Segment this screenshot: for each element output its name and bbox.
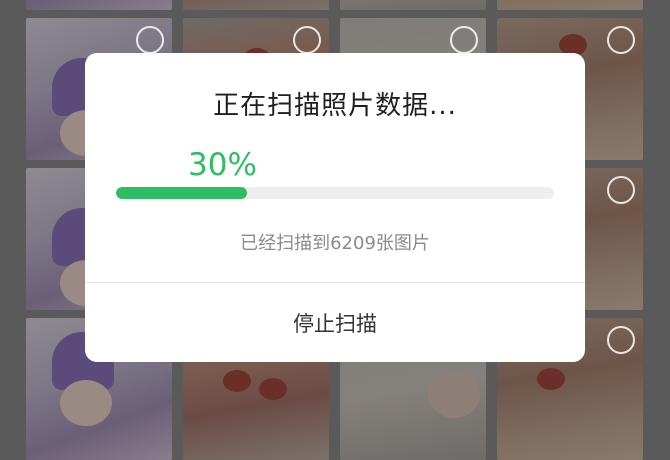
progress-percent: 30% bbox=[188, 147, 257, 183]
scan-progress-dialog: 正在扫描照片数据... 30% 已经扫描到6209张图片 停止扫描 bbox=[85, 53, 585, 362]
stop-scan-button[interactable]: 停止扫描 bbox=[85, 283, 585, 362]
scan-status-text: 已经扫描到6209张图片 bbox=[240, 233, 430, 254]
progress-bar-fill bbox=[116, 187, 248, 199]
progress-bar bbox=[116, 187, 554, 199]
dialog-title: 正在扫描照片数据... bbox=[213, 91, 457, 121]
